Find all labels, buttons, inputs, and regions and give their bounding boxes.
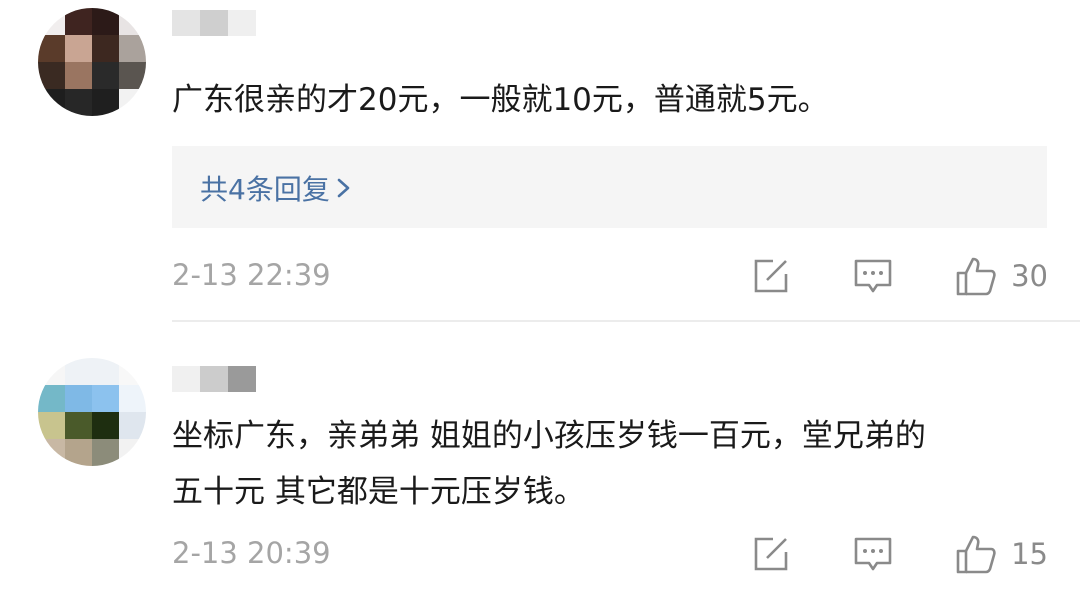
comment-actions: 30 xyxy=(751,254,1048,298)
comment-actions: 15 xyxy=(751,532,1048,576)
comment-item: 坐标广东，亲弟弟 姐姐的小孩压岁钱一百元，堂兄弟的 五十元 其它都是十元压岁钱。… xyxy=(0,322,1080,592)
comment-icon xyxy=(854,537,892,571)
timestamp: 2-13 20:39 xyxy=(172,536,331,570)
replies-box[interactable]: 共4条回复 xyxy=(172,146,1047,228)
share-button[interactable] xyxy=(751,534,791,574)
avatar[interactable] xyxy=(38,358,146,466)
comment-text-line: 五十元 其它都是十元压岁钱。 xyxy=(172,474,585,510)
username-blurred[interactable] xyxy=(172,366,256,392)
chevron-right-icon xyxy=(337,178,350,198)
comment-icon xyxy=(854,259,892,293)
comment-text: 广东很亲的才20元，一般就10元，普通就5元。 xyxy=(172,72,1040,128)
reply-button[interactable] xyxy=(853,534,893,574)
reply-button[interactable] xyxy=(853,256,893,296)
share-icon xyxy=(754,259,788,293)
username-blurred[interactable] xyxy=(172,10,256,36)
like-count: 30 xyxy=(1011,259,1048,293)
comment-text-line: 坐标广东，亲弟弟 姐姐的小孩压岁钱一百元，堂兄弟的 xyxy=(172,418,926,454)
like-button[interactable]: 30 xyxy=(955,255,1048,297)
replies-count-label: 共4条回复 xyxy=(200,173,330,206)
share-icon xyxy=(754,537,788,571)
thumbs-up-icon xyxy=(956,535,996,574)
timestamp: 2-13 22:39 xyxy=(172,258,331,292)
comment-meta: 2-13 20:39 15 xyxy=(172,532,1048,576)
view-replies-link[interactable]: 共4条回复 xyxy=(200,168,352,208)
comment-meta: 2-13 22:39 30 xyxy=(172,254,1048,298)
comment-text-line: 广东很亲的才20元，一般就10元，普通就5元。 xyxy=(172,82,829,118)
share-button[interactable] xyxy=(751,256,791,296)
like-count: 15 xyxy=(1011,537,1048,571)
comment-item: 广东很亲的才20元，一般就10元，普通就5元。 共4条回复 2-13 22:39 xyxy=(0,0,1080,322)
comment-text: 坐标广东，亲弟弟 姐姐的小孩压岁钱一百元，堂兄弟的 五十元 其它都是十元压岁钱。 xyxy=(172,408,1040,520)
thumbs-up-icon xyxy=(956,257,996,296)
like-button[interactable]: 15 xyxy=(955,533,1048,575)
avatar[interactable] xyxy=(38,8,146,116)
